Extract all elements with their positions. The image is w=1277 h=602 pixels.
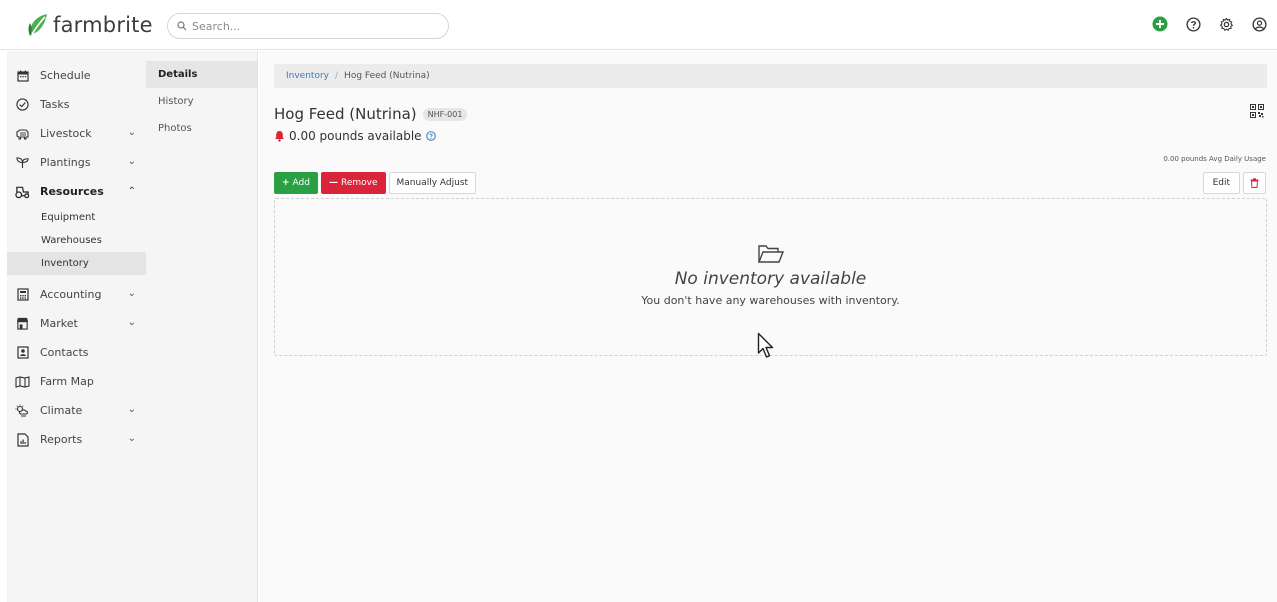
sidebar-item-label: Farm Map — [40, 375, 94, 388]
chevron-down-icon[interactable]: ⌄ — [128, 433, 136, 444]
top-bar: farmbrite — [0, 0, 1277, 50]
tab-photos[interactable]: Photos — [146, 115, 257, 142]
edit-button-label: Edit — [1212, 178, 1230, 188]
breadcrumb-link-inventory[interactable]: Inventory — [286, 71, 329, 81]
mouse-cursor-icon — [757, 332, 774, 358]
help-icon[interactable] — [1183, 14, 1203, 34]
sidebar-subitem-label: Inventory — [41, 258, 89, 269]
tab-label: Photos — [158, 123, 192, 134]
leaf-logo-icon — [28, 14, 47, 36]
sidebar-item-label: Plantings — [40, 156, 91, 169]
bell-alert-icon — [275, 131, 284, 142]
sidebar-item-label: Climate — [40, 404, 83, 417]
qr-code-icon[interactable] — [1250, 103, 1266, 119]
chevron-up-icon[interactable]: ⌃ — [128, 186, 136, 197]
add-button[interactable]: + Add — [274, 172, 318, 194]
store-icon — [15, 316, 30, 331]
sidebar-item-tasks[interactable]: Tasks — [7, 90, 146, 119]
sidebar-item-farm-map[interactable]: Farm Map — [7, 367, 146, 396]
sidebar-item-reports[interactable]: Reports ⌄ — [7, 425, 146, 454]
avg-daily-usage: 0.00 pounds Avg Daily Usage — [1163, 155, 1266, 163]
breadcrumb-separator: / — [335, 71, 339, 81]
tab-label: Details — [158, 69, 198, 80]
sidebar-item-market[interactable]: Market ⌄ — [7, 309, 146, 338]
main-content: Inventory / Hog Feed (Nutrina) Hog Feed … — [259, 51, 1277, 602]
action-buttons: + Add — Remove Manually Adjust — [274, 172, 477, 194]
settings-gear-icon[interactable] — [1216, 14, 1236, 34]
sidebar-item-label: Reports — [40, 433, 83, 446]
sidebar-subitem-label: Warehouses — [41, 235, 102, 246]
add-button-label: Add — [292, 178, 310, 188]
minus-icon: — — [328, 178, 338, 188]
breadcrumb: Inventory / Hog Feed (Nutrina) — [274, 64, 1267, 88]
tab-history[interactable]: History — [146, 88, 257, 115]
chevron-down-icon[interactable]: ⌄ — [128, 127, 136, 138]
sidebar: Schedule Tasks Livestock ⌄ Plantings ⌄ R… — [7, 51, 146, 602]
sidebar-item-resources[interactable]: Resources ⌃ — [7, 177, 146, 206]
contact-card-icon — [15, 345, 30, 360]
manually-adjust-button[interactable]: Manually Adjust — [388, 172, 477, 194]
breadcrumb-current: Hog Feed (Nutrina) — [344, 71, 430, 81]
search-box[interactable] — [167, 13, 449, 39]
page-title: Hog Feed (Nutrina) — [274, 105, 417, 123]
delete-button[interactable] — [1243, 172, 1266, 194]
sidebar-item-label: Contacts — [40, 346, 89, 359]
account-icon[interactable] — [1249, 14, 1269, 34]
sidebar-item-accounting[interactable]: Accounting ⌄ — [7, 280, 146, 309]
sidebar-item-label: Market — [40, 317, 78, 330]
edit-button[interactable]: Edit — [1202, 172, 1240, 194]
sidebar-item-label: Tasks — [40, 98, 70, 111]
sidebar-subitem-warehouses[interactable]: Warehouses — [7, 229, 146, 252]
help-circle-icon[interactable] — [425, 131, 436, 141]
map-icon — [15, 374, 30, 389]
sidebar-item-label: Livestock — [40, 127, 92, 140]
open-folder-icon — [757, 245, 785, 263]
empty-state-subtitle: You don't have any warehouses with inven… — [641, 294, 900, 307]
plus-icon: + — [282, 178, 290, 188]
check-circle-icon — [15, 97, 30, 112]
trash-icon — [1250, 178, 1259, 188]
chevron-down-icon[interactable]: ⌄ — [128, 404, 136, 415]
livestock-icon — [15, 126, 30, 141]
sprout-icon — [15, 155, 30, 170]
sidebar-item-label: Resources — [40, 185, 104, 198]
sidebar-subitem-equipment[interactable]: Equipment — [7, 206, 146, 229]
title-row: Hog Feed (Nutrina) NHF-001 — [274, 105, 468, 123]
item-subnav: Details History Photos — [146, 51, 258, 602]
chevron-down-icon[interactable]: ⌄ — [128, 317, 136, 328]
chevron-down-icon[interactable]: ⌄ — [128, 156, 136, 167]
top-icons — [1150, 14, 1269, 34]
sidebar-subitem-inventory[interactable]: Inventory — [7, 252, 146, 275]
report-icon — [15, 432, 30, 447]
sidebar-item-plantings[interactable]: Plantings ⌄ — [7, 148, 146, 177]
sidebar-item-livestock[interactable]: Livestock ⌄ — [7, 119, 146, 148]
logo-text: farmbrite — [53, 13, 153, 37]
right-action-buttons: Edit — [1202, 172, 1266, 194]
calendar-icon — [15, 68, 30, 83]
calculator-icon — [15, 287, 30, 302]
sidebar-item-schedule[interactable]: Schedule — [7, 61, 146, 90]
add-circle-icon[interactable] — [1150, 14, 1170, 34]
sidebar-item-contacts[interactable]: Contacts — [7, 338, 146, 367]
farmbrite-logo[interactable]: farmbrite — [26, 10, 153, 40]
chevron-down-icon[interactable]: ⌄ — [128, 288, 136, 299]
empty-state-title: No inventory available — [674, 269, 867, 289]
tab-label: History — [158, 96, 194, 107]
manually-adjust-label: Manually Adjust — [396, 178, 469, 188]
sidebar-subitem-label: Equipment — [41, 212, 96, 223]
search-input[interactable] — [192, 19, 432, 33]
availability-row: 0.00 pounds available — [274, 129, 436, 143]
availability-text: 0.00 pounds available — [289, 129, 422, 143]
search-icon — [177, 21, 187, 31]
sidebar-item-label: Accounting — [40, 288, 102, 301]
tractor-icon — [15, 184, 30, 199]
tab-details[interactable]: Details — [146, 61, 257, 88]
sidebar-item-label: Schedule — [40, 69, 91, 82]
weather-icon — [15, 403, 30, 418]
remove-button-label: Remove — [340, 178, 378, 188]
sidebar-item-climate[interactable]: Climate ⌄ — [7, 396, 146, 425]
item-code-badge: NHF-001 — [422, 107, 468, 121]
remove-button[interactable]: — Remove — [320, 172, 386, 194]
